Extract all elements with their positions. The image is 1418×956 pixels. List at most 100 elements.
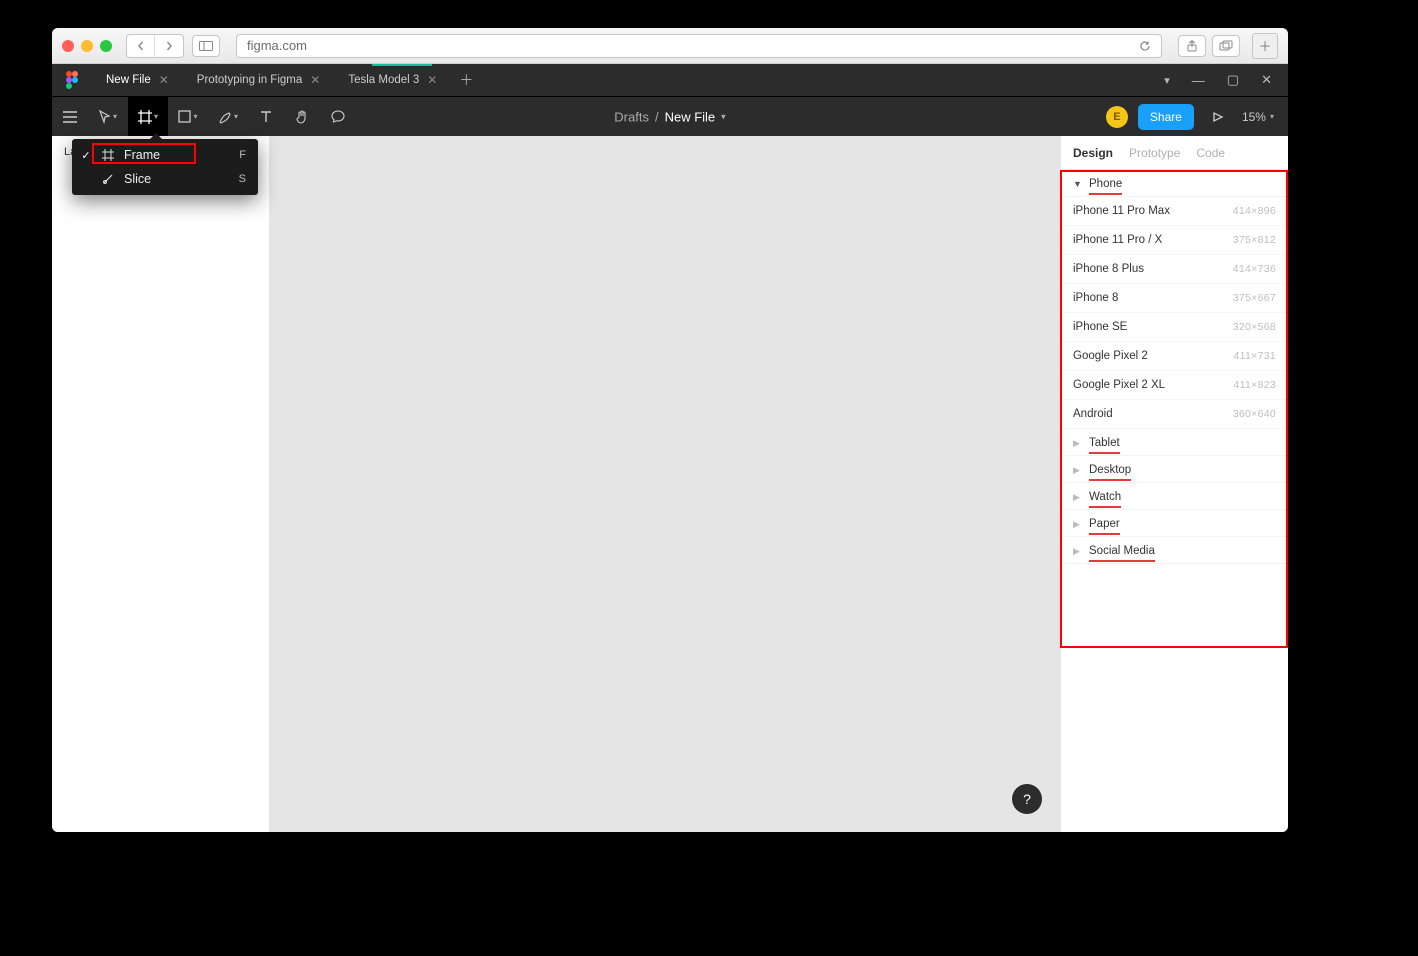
restore-icon[interactable]: ▢ xyxy=(1227,72,1239,88)
chevron-right-icon: ▶ xyxy=(1073,519,1083,530)
design-panel: Design Prototype Code ▼ Phone iPhone 11 Pr… xyxy=(1060,136,1288,832)
new-file-tab-button[interactable]: ＋ xyxy=(451,64,481,96)
menu-item-shortcut: F xyxy=(239,149,246,161)
share-safari-icon[interactable] xyxy=(1178,35,1206,57)
frame-tool[interactable]: ▾ xyxy=(128,97,168,137)
menu-item-label: Slice xyxy=(124,172,231,186)
frame-preset-list[interactable]: ▼PhoneiPhone 11 Pro Max414×896iPhone 11 … xyxy=(1061,170,1288,832)
frame-preset[interactable]: iPhone 11 Pro Max 414×896 xyxy=(1061,197,1288,226)
frame-preset[interactable]: iPhone 11 Pro / X 375×812 xyxy=(1061,226,1288,255)
minimize-icon[interactable]: — xyxy=(1192,73,1205,88)
preset-section-header[interactable]: ▶Desktop xyxy=(1061,456,1288,483)
breadcrumb[interactable]: Drafts / New File ▾ xyxy=(614,109,725,124)
right-panel-tabs: Design Prototype Code xyxy=(1061,136,1288,170)
preset-section-header[interactable]: ▶ Social Media xyxy=(1061,537,1288,564)
reload-icon[interactable] xyxy=(1139,40,1151,52)
close-icon[interactable]: ✕ xyxy=(159,73,169,87)
preset-section-header[interactable]: ▶ Paper xyxy=(1061,510,1288,537)
frame-tool-dropdown[interactable]: ✓ Frame F Slice S xyxy=(72,139,258,195)
minimize-window-icon[interactable] xyxy=(81,40,93,52)
frame-preset[interactable]: iPhone 8375×667 xyxy=(1061,284,1288,313)
tabs-overview-icon[interactable] xyxy=(1212,35,1240,57)
file-tab[interactable]: Tesla Model 3 ✕ xyxy=(334,64,451,96)
slice-icon xyxy=(100,173,116,185)
preset-section-header[interactable]: ▶Tablet xyxy=(1061,429,1288,456)
close-icon[interactable]: ✕ xyxy=(427,73,437,87)
file-tab[interactable]: New File ✕ xyxy=(92,64,183,96)
frame-preset-dimensions: 375×812 xyxy=(1233,234,1276,246)
comment-tool[interactable] xyxy=(320,97,356,137)
preset-section-header[interactable]: ▶Watch xyxy=(1061,483,1288,510)
breadcrumb-file: New File xyxy=(665,109,716,124)
tab-prototype[interactable]: Prototype xyxy=(1129,146,1180,160)
frame-preset-name: iPhone 8 Plus xyxy=(1073,263,1144,275)
file-tab-label: Tesla Model 3 xyxy=(348,74,419,86)
file-tab[interactable]: Prototyping in Figma ✕ xyxy=(183,64,335,96)
preset-section-label: Social Media xyxy=(1089,545,1155,557)
breadcrumb-folder: Drafts xyxy=(614,109,649,124)
chevron-right-icon: ▶ xyxy=(1073,465,1083,476)
chevron-right-icon: ▶ xyxy=(1073,438,1083,449)
menu-item-frame[interactable]: ✓ Frame F xyxy=(72,143,258,167)
new-tab-button[interactable]: ＋ xyxy=(1252,33,1278,59)
chevron-down-icon: ▾ xyxy=(113,112,117,121)
check-icon: ✓ xyxy=(80,149,92,162)
chevron-down-icon[interactable]: ▾ xyxy=(1164,74,1170,87)
chevron-down-icon[interactable]: ▾ xyxy=(721,111,726,122)
accent-underline xyxy=(372,64,432,66)
toolbar: ▾ ▾ ▾ ▾ xyxy=(52,96,1288,136)
share-button[interactable]: Share xyxy=(1138,104,1194,130)
frame-preset[interactable]: iPhone 8 Plus414×736 xyxy=(1061,255,1288,284)
tab-design[interactable]: Design xyxy=(1073,146,1113,160)
file-tab-label: Prototyping in Figma xyxy=(197,74,302,86)
url-text: figma.com xyxy=(247,38,307,53)
menu-item-label: Frame xyxy=(124,148,231,162)
chevron-right-icon: ▶ xyxy=(1073,546,1083,557)
hand-tool[interactable] xyxy=(284,97,320,137)
breadcrumb-sep: / xyxy=(655,109,659,124)
back-button[interactable] xyxy=(127,35,155,57)
frame-preset-name: Google Pixel 2 xyxy=(1073,350,1148,362)
frame-preset[interactable]: Google Pixel 2 XL411×823 xyxy=(1061,371,1288,400)
hamburger-menu-icon[interactable] xyxy=(52,97,88,137)
avatar[interactable]: E xyxy=(1106,106,1128,128)
chevron-right-icon: ▶ xyxy=(1073,492,1083,503)
chevron-down-icon: ▾ xyxy=(1270,112,1274,121)
forward-button[interactable] xyxy=(155,35,183,57)
help-button[interactable]: ? xyxy=(1012,784,1042,814)
frame-preset-dimensions: 414×896 xyxy=(1233,205,1276,217)
chevron-down-icon: ▾ xyxy=(234,112,238,121)
browser-right-controls: ＋ xyxy=(1178,33,1278,59)
frame-preset-name: iPhone 11 Pro Max xyxy=(1073,205,1170,217)
close-window-icon[interactable] xyxy=(62,40,74,52)
url-bar[interactable]: figma.com xyxy=(236,34,1162,58)
shape-tool[interactable]: ▾ xyxy=(168,97,208,137)
frame-preset-name: iPhone 11 Pro / X xyxy=(1073,234,1162,246)
maximize-window-icon[interactable] xyxy=(100,40,112,52)
move-tool[interactable]: ▾ xyxy=(88,97,128,137)
sidebar-toggle-icon[interactable] xyxy=(192,35,220,57)
frame-icon xyxy=(100,149,116,161)
text-tool[interactable] xyxy=(248,97,284,137)
browser-toolbar: figma.com ＋ xyxy=(52,28,1288,64)
layers-panel[interactable]: La xyxy=(52,136,270,832)
close-icon[interactable]: ✕ xyxy=(310,73,320,87)
preset-section-label: Paper xyxy=(1089,518,1120,530)
frame-preset[interactable]: iPhone SE 320×568 xyxy=(1061,313,1288,342)
frame-preset-name: Google Pixel 2 XL xyxy=(1073,379,1165,391)
preset-section-header[interactable]: ▼ Phone xyxy=(1061,170,1288,197)
canvas[interactable]: ? xyxy=(270,136,1060,832)
menu-item-slice[interactable]: Slice S xyxy=(72,167,258,191)
zoom-dropdown[interactable]: 15% ▾ xyxy=(1242,110,1274,124)
frame-preset-name: iPhone SE xyxy=(1073,321,1127,333)
frame-preset-dimensions: 320×568 xyxy=(1233,321,1276,333)
preset-section-label: Phone xyxy=(1089,178,1122,190)
frame-preset[interactable]: Google Pixel 2411×731 xyxy=(1061,342,1288,371)
chevron-down-icon: ▼ xyxy=(1073,179,1083,189)
pen-tool[interactable]: ▾ xyxy=(208,97,248,137)
present-icon[interactable] xyxy=(1204,103,1232,131)
close-icon[interactable]: ✕ xyxy=(1261,72,1272,88)
figma-logo-icon[interactable] xyxy=(52,64,92,96)
frame-preset[interactable]: Android360×640 xyxy=(1061,400,1288,429)
tab-code[interactable]: Code xyxy=(1196,146,1225,160)
